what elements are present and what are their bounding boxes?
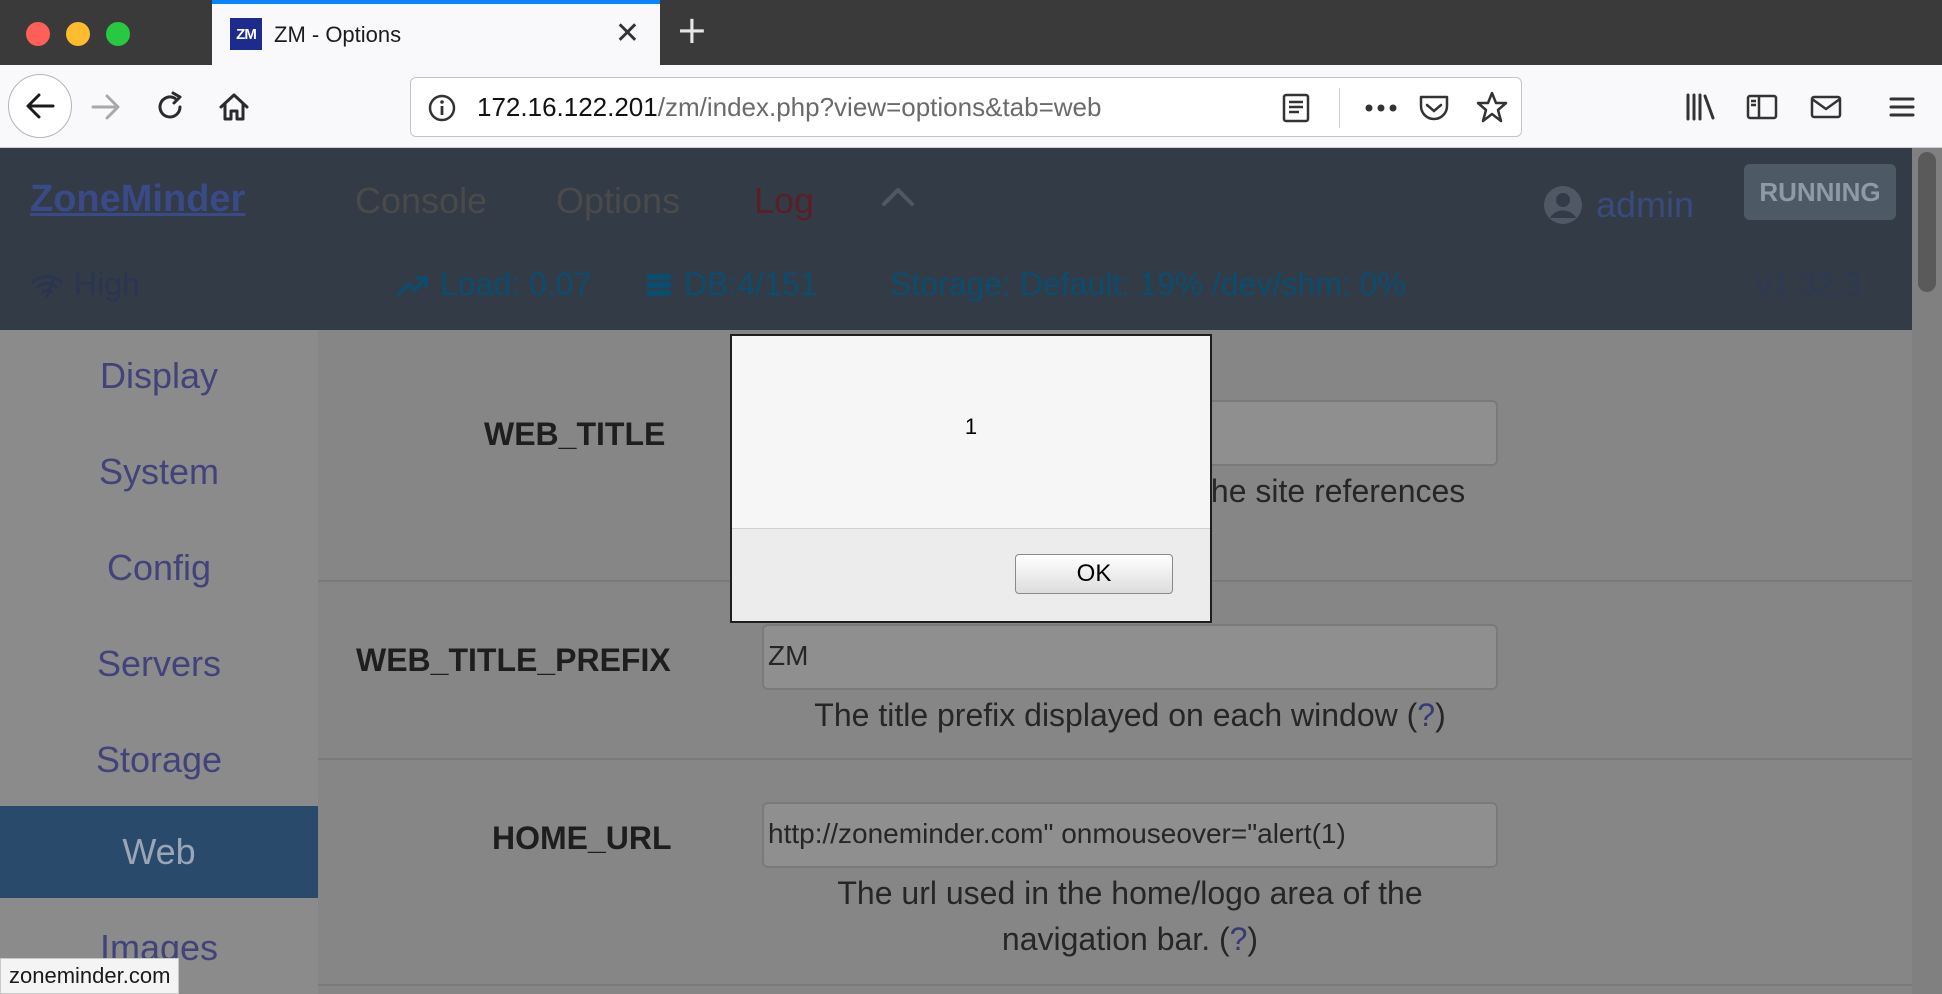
- option-description-text: The title prefix displayed on each windo…: [814, 697, 1398, 733]
- bandwidth-selector[interactable]: High: [30, 266, 140, 303]
- option-description: The title prefix displayed on each windo…: [814, 697, 1446, 733]
- option-description: The url used in the home/logo area of th…: [837, 875, 1423, 957]
- nav-log[interactable]: Log: [754, 180, 814, 222]
- alert-dialog: 1 OK: [730, 334, 1212, 623]
- maximize-window-button[interactable]: [106, 22, 130, 46]
- scrollbar-thumb[interactable]: [1918, 152, 1936, 292]
- zm-favicon-icon: ZM: [230, 18, 262, 50]
- url-text[interactable]: 172.16.122.201/zm/index.php?view=options…: [477, 92, 1101, 123]
- web-title-prefix-input[interactable]: ZM: [762, 624, 1498, 690]
- user-menu[interactable]: admin: [1542, 184, 1694, 226]
- envelope-icon: [1810, 95, 1842, 119]
- run-state-button[interactable]: RUNNING: [1744, 164, 1896, 220]
- sidebar-icon: [1746, 94, 1778, 120]
- mail-button[interactable]: [1806, 87, 1846, 127]
- options-sidebar: Display System Config Servers Storage We…: [0, 330, 318, 994]
- version-label[interactable]: v1.32.3: [1756, 266, 1861, 303]
- load-value: Load: 0.07: [440, 266, 592, 302]
- reload-icon: [158, 91, 182, 119]
- option-name: WEB_TITLE_PREFIX: [356, 642, 671, 678]
- option-row-home-url: HOME_URL http://zoneminder.com" onmouseo…: [318, 760, 1912, 986]
- sidebar-item-web[interactable]: Web: [0, 806, 318, 898]
- load-status: Load: 0.07: [396, 266, 591, 303]
- bookmark-star-icon[interactable]: [1475, 90, 1509, 124]
- storage-value: Storage: Default: 19% /dev/shm: 0%: [890, 266, 1406, 302]
- arrow-left-icon: [26, 93, 55, 119]
- arrow-right-icon: [91, 94, 120, 120]
- home-url-input[interactable]: http://zoneminder.com" onmouseover="aler…: [762, 802, 1498, 868]
- help-link[interactable]: ?: [1417, 697, 1435, 733]
- database-icon: [647, 273, 671, 296]
- sidebar-item-system[interactable]: System: [0, 426, 318, 518]
- nav-console[interactable]: Console: [355, 180, 487, 222]
- new-tab-button[interactable]: +: [676, 8, 708, 52]
- db-value: DB:4/151: [684, 266, 818, 302]
- page-scrollbar[interactable]: [1912, 148, 1942, 994]
- sidebar-item-storage[interactable]: Storage: [0, 714, 318, 806]
- close-tab-icon[interactable]: ✕: [615, 16, 640, 51]
- help-link[interactable]: ?: [1230, 921, 1248, 957]
- ok-button[interactable]: OK: [1015, 554, 1173, 594]
- alert-message: 1: [964, 414, 978, 439]
- browser-tab-strip: ZM ZM - Options ✕ +: [0, 0, 1942, 65]
- sidebar-item-servers[interactable]: Servers: [0, 618, 318, 710]
- link-status-bar: zoneminder.com: [0, 958, 180, 994]
- info-icon[interactable]: [427, 93, 457, 123]
- option-name: WEB_TITLE: [484, 416, 666, 452]
- hamburger-menu-icon: [1889, 97, 1915, 117]
- zm-navbar: ZoneMinder Console Options Log admin RUN…: [0, 148, 1942, 330]
- wifi-icon: [31, 274, 63, 297]
- zoneminder-logo-link[interactable]: ZoneMinder: [30, 178, 245, 221]
- sidebar-item-config[interactable]: Config: [0, 522, 318, 614]
- reload-button[interactable]: [150, 87, 190, 127]
- url-bar[interactable]: 172.16.122.201/zm/index.php?view=options…: [410, 77, 1522, 137]
- reader-view-icon[interactable]: [1281, 92, 1311, 124]
- tab-title: ZM - Options: [274, 22, 402, 47]
- urlbar-divider: [1339, 88, 1340, 128]
- url-path: /zm/index.php?view=options&tab=web: [657, 92, 1102, 122]
- option-name: HOME_URL: [492, 820, 672, 856]
- back-button[interactable]: [8, 74, 72, 138]
- chevron-up-icon[interactable]: [878, 178, 918, 218]
- db-status: DB:4/151: [644, 266, 817, 303]
- library-button[interactable]: [1680, 87, 1720, 127]
- more-actions-icon[interactable]: [1363, 96, 1399, 120]
- alert-dialog-footer: OK: [732, 528, 1210, 621]
- minimize-window-button[interactable]: [66, 22, 90, 46]
- option-description-text: The url used in the home/logo area of th…: [837, 875, 1423, 957]
- trending-up-icon: [397, 275, 428, 296]
- home-icon: [219, 93, 249, 121]
- forward-button[interactable]: [86, 87, 126, 127]
- url-host: 172.16.122.201: [477, 92, 658, 122]
- pocket-icon[interactable]: [1417, 92, 1451, 124]
- storage-status: Storage: Default: 19% /dev/shm: 0%: [890, 266, 1406, 303]
- close-window-button[interactable]: [26, 22, 50, 46]
- bandwidth-label: High: [74, 266, 140, 302]
- user-avatar-icon: [1544, 186, 1582, 224]
- browser-tab[interactable]: ZM ZM - Options ✕: [212, 0, 660, 65]
- nav-options[interactable]: Options: [556, 180, 680, 222]
- sidebar-toggle-button[interactable]: [1742, 87, 1782, 127]
- browser-toolbar: 172.16.122.201/zm/index.php?view=options…: [0, 65, 1942, 148]
- username: admin: [1596, 184, 1695, 225]
- library-icon: [1686, 93, 1715, 121]
- home-button[interactable]: [214, 87, 254, 127]
- menu-button[interactable]: [1882, 87, 1922, 127]
- sidebar-item-display[interactable]: Display: [0, 330, 318, 422]
